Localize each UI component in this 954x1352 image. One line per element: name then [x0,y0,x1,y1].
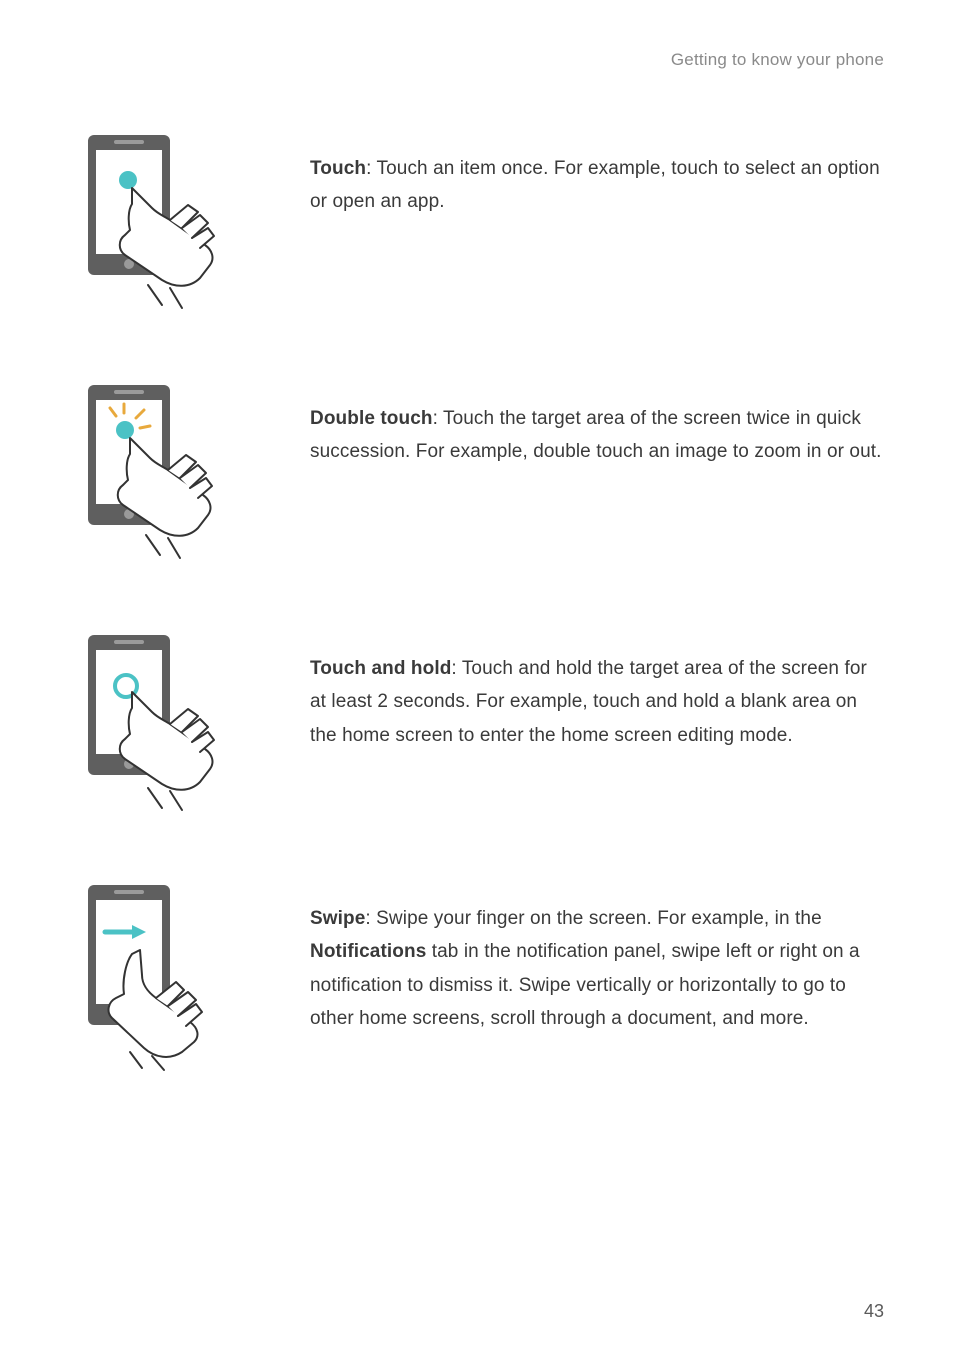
page-header: Getting to know your phone [70,50,884,70]
swipe-illustration [70,880,250,1060]
gesture-double-touch-row: Double touch: Touch the target area of t… [70,380,884,560]
gesture-touch-row: Touch: Touch an item once. For example, … [70,130,884,310]
touch-body: : Touch an item once. For example, touch… [310,158,880,212]
touch-term: Touch [310,158,366,179]
gesture-touch-hold-row: Touch and hold: Touch and hold the targe… [70,630,884,810]
gesture-swipe-row: Swipe: Swipe your finger on the screen. … [70,880,884,1060]
swipe-notifications-term: Notifications [310,941,426,962]
touch-illustration [70,130,250,310]
double-touch-description: Double touch: Touch the target area of t… [310,380,884,469]
touch-description: Touch: Touch an item once. For example, … [310,130,884,219]
page-number: 43 [864,1301,884,1322]
double-touch-illustration [70,380,250,560]
double-touch-term: Double touch [310,408,433,429]
touch-hold-term: Touch and hold [310,658,451,679]
swipe-body-1: : Swipe your finger on the screen. For e… [365,908,821,929]
swipe-term: Swipe [310,908,365,929]
touch-hold-description: Touch and hold: Touch and hold the targe… [310,630,884,752]
touch-hold-illustration [70,630,250,810]
swipe-description: Swipe: Swipe your finger on the screen. … [310,880,884,1035]
